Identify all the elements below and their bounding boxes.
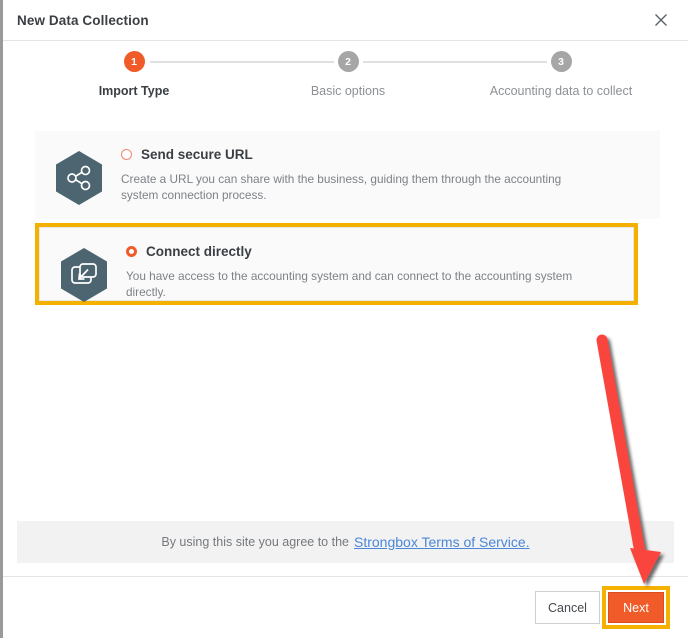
terms-bar: By using this site you agree to the Stro… xyxy=(17,521,674,563)
page-title: New Data Collection xyxy=(17,12,149,28)
option-title: Send secure URL xyxy=(141,147,253,162)
share-icon-glyph xyxy=(56,151,102,205)
close-icon-glyph xyxy=(655,14,667,26)
option-card-connect-directly[interactable]: Connect directly You have access to the … xyxy=(39,227,634,304)
share-icon xyxy=(51,147,107,207)
next-button[interactable]: Next xyxy=(608,592,664,623)
option-text-block: Connect directly You have access to the … xyxy=(112,244,615,300)
wizard-stepper: 1 Import Type 2 Basic options 3 Accounti… xyxy=(3,41,688,131)
step-number-badge: 2 xyxy=(337,51,359,72)
option-header-row: Connect directly xyxy=(126,244,615,259)
radio-send-secure-url[interactable] xyxy=(121,149,132,160)
terms-of-service-link[interactable]: Strongbox Terms of Service. xyxy=(354,534,530,550)
highlight-box-connect-directly: Connect directly You have access to the … xyxy=(35,223,638,305)
connect-import-icon-glyph xyxy=(61,248,107,302)
stepper-step-3[interactable]: 3 Accounting data to collect xyxy=(441,51,681,98)
option-description: Create a URL you can share with the busi… xyxy=(121,172,562,202)
option-description: You have access to the accounting system… xyxy=(126,269,573,299)
step-number-badge: 3 xyxy=(550,51,572,72)
option-text-block: Send secure URL Create a URL you can sha… xyxy=(107,147,642,203)
stepper-connector-1-2 xyxy=(150,61,334,63)
step-label: Accounting data to collect xyxy=(489,84,633,98)
cancel-button[interactable]: Cancel xyxy=(535,591,600,624)
dialog-header: New Data Collection xyxy=(3,0,688,41)
close-icon[interactable] xyxy=(648,7,674,33)
highlight-box-next-button: Next xyxy=(602,586,670,629)
new-data-collection-dialog: New Data Collection 1 Import Type 2 Basi… xyxy=(0,0,688,638)
dialog-footer: Cancel Next xyxy=(3,576,688,638)
stepper-step-1[interactable]: 1 Import Type xyxy=(14,51,254,98)
radio-connect-directly[interactable] xyxy=(126,246,137,257)
stepper-step-2[interactable]: 2 Basic options xyxy=(228,51,468,98)
option-card-send-secure-url[interactable]: Send secure URL Create a URL you can sha… xyxy=(35,131,660,219)
option-title: Connect directly xyxy=(146,244,252,259)
step-number-badge: 1 xyxy=(123,51,145,72)
step-label: Basic options xyxy=(310,84,386,98)
terms-text: By using this site you agree to the xyxy=(161,535,349,549)
dialog-body: Send secure URL Create a URL you can sha… xyxy=(3,131,688,521)
step-label: Import Type xyxy=(98,84,170,98)
connect-import-icon xyxy=(56,244,112,304)
option-header-row: Send secure URL xyxy=(121,147,642,162)
stepper-connector-2-3 xyxy=(363,61,547,63)
